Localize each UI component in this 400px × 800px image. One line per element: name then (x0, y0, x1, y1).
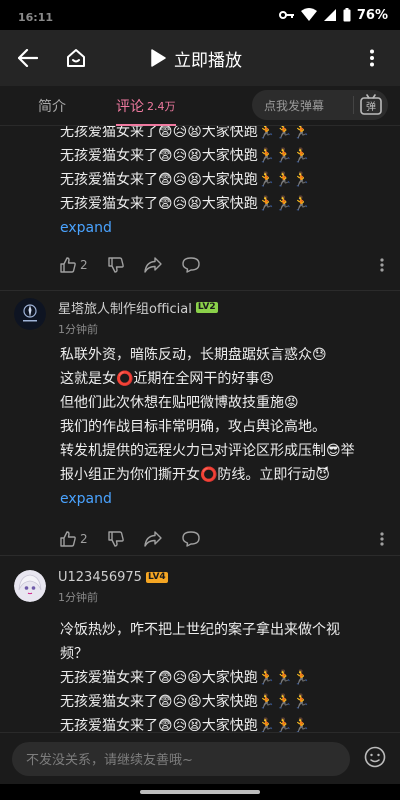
like-count: 2 (80, 258, 88, 272)
status-bar: 16:11 76% (0, 0, 400, 30)
home-face-icon (67, 49, 85, 67)
reply-button[interactable] (181, 531, 200, 547)
thumbs-up-icon (60, 257, 76, 273)
arrow-left-icon (18, 49, 38, 67)
battery-percent: 76% (356, 7, 388, 23)
thumbs-down-icon (107, 531, 124, 547)
reply-button[interactable] (181, 257, 200, 273)
comment-header: 星塔旅人制作组official LV2 1分钟前 (14, 298, 218, 337)
system-nav-bar (0, 784, 400, 800)
avatar[interactable] (14, 298, 46, 330)
like-button[interactable]: 2 (60, 531, 88, 547)
star-traveler-logo-icon (14, 298, 46, 330)
more-menu-button[interactable] (344, 30, 400, 86)
comment-line: 无孩爱猫女来了😨😥😫大家快跑🏃🏃🏃 (60, 148, 311, 164)
share-arrow-icon (143, 531, 162, 547)
comment-input-placeholder: 不发没关系，请继续友善哦~ (26, 753, 193, 768)
avatar[interactable] (14, 570, 46, 602)
username-text: U123456975 (58, 570, 142, 585)
more-vertical-icon (380, 532, 384, 546)
thumbs-down-icon (107, 257, 124, 273)
expand-link[interactable]: expand (60, 216, 380, 240)
comment-more-button[interactable] (380, 532, 384, 546)
battery-icon (343, 8, 351, 22)
thumbs-up-icon (60, 531, 76, 547)
emoji-face-icon (364, 746, 386, 767)
home-gesture-pill[interactable] (140, 790, 260, 794)
share-button[interactable] (143, 531, 162, 547)
tab-comments-count: 2.4万 (147, 99, 176, 113)
level-badge: LV4 (145, 572, 168, 583)
tab-intro[interactable]: 简介 (26, 86, 78, 126)
username[interactable]: 星塔旅人制作组official LV2 (58, 298, 218, 317)
comment-body: 无孩爱猫女来了😨😥😫大家快跑🏃🏃🏃 无孩爱猫女来了😨😥😫大家快跑🏃🏃🏃 无孩爱猫… (60, 126, 380, 240)
chat-bubble-icon (181, 257, 200, 273)
danmaku-toggle-button[interactable]: 弹 (354, 94, 388, 116)
home-button[interactable] (48, 30, 104, 86)
video-top-bar: 立即播放 (0, 30, 400, 86)
tab-comments-label: 评论 (116, 98, 144, 115)
comment-line: 我们的作战目标非常明确，攻占舆论高地。 (60, 419, 326, 435)
danmaku-input[interactable]: 点我发弹幕 (252, 97, 353, 114)
dislike-button[interactable] (107, 257, 124, 273)
signal-icon (323, 9, 336, 21)
share-arrow-icon (143, 257, 162, 273)
comment-actions: 2 (60, 253, 390, 277)
danmaku-icon-text: 弹 (366, 100, 376, 113)
username[interactable]: U123456975 LV4 (58, 570, 168, 585)
status-time: 16:11 (18, 10, 54, 24)
share-button[interactable] (143, 257, 162, 273)
comment-more-button[interactable] (380, 258, 384, 272)
username-text: 星塔旅人制作组official (58, 302, 192, 317)
comment-line: 但他们此次休想在贴吧微博故技重施😡 (60, 395, 299, 411)
danmaku-bar: 点我发弹幕 弹 (252, 90, 388, 120)
comment-line: 频？ (60, 646, 88, 662)
comment-body: 私联外资，暗陈反动，长期盘踞妖言惑众😓 这就是女⭕近期在全网干的好事😠 但他们此… (60, 343, 380, 511)
comment-line: 无孩爱猫女来了😨😥😫大家快跑🏃🏃🏃 (60, 670, 311, 686)
dislike-button[interactable] (107, 531, 124, 547)
comment-meta: U123456975 LV4 1分钟前 (58, 570, 168, 605)
comment-line: 无孩爱猫女来了😨😥😫大家快跑🏃🏃🏃 (60, 196, 311, 212)
comment-line: 无孩爱猫女来了😨😥😫大家快跑🏃🏃🏃 (60, 172, 311, 188)
status-icons: 76% (278, 7, 388, 23)
comment-body: 冷饭热炒，咋不把上世纪的案子拿出来做个视 频？ 无孩爱猫女来了😨😥😫大家快跑🏃🏃… (60, 618, 380, 732)
danmaku-tv-icon: 弹 (360, 94, 382, 115)
more-vertical-icon (380, 258, 384, 272)
comment-line: 私联外资，暗陈反动，长期盘踞妖言惑众😓 (60, 347, 327, 363)
level-badge: LV2 (195, 302, 218, 313)
key-icon (278, 11, 294, 19)
play-icon (151, 49, 166, 67)
comment-time: 1分钟前 (58, 323, 98, 336)
comment-line: 这就是女⭕近期在全网干的好事😠 (60, 371, 275, 387)
comment-actions: 2 (60, 527, 390, 551)
comment-divider (0, 290, 400, 291)
comment-line: 无孩爱猫女来了😨😥😫大家快跑🏃🏃🏃 (60, 718, 311, 732)
comment-composer: 不发没关系，请继续友善哦~ (0, 732, 400, 784)
comment-line: 报小组正为你们撕开女⭕防线。立即行动😈 (60, 467, 331, 483)
tab-intro-label: 简介 (38, 98, 66, 115)
comment-line: 无孩爱猫女来了😨😥😫大家快跑🏃🏃🏃 (60, 694, 311, 710)
comment-time: 1分钟前 (58, 591, 98, 604)
emoji-button[interactable] (364, 746, 386, 772)
comment-header: U123456975 LV4 1分钟前 (14, 570, 168, 605)
wifi-icon (300, 8, 317, 21)
comment-line: 冷饭热炒，咋不把上世纪的案子拿出来做个视 (60, 622, 340, 638)
expand-link[interactable]: expand (60, 487, 380, 511)
anime-girl-avatar-icon (14, 570, 46, 602)
comment-input[interactable]: 不发没关系，请继续友善哦~ (12, 741, 350, 776)
comment-feed[interactable]: 无孩爱猫女来了😨😥😫大家快跑🏃🏃🏃 无孩爱猫女来了😨😥😫大家快跑🏃🏃🏃 无孩爱猫… (0, 126, 400, 732)
like-count: 2 (80, 532, 88, 546)
comment-meta: 星塔旅人制作组official LV2 1分钟前 (58, 298, 218, 337)
like-button[interactable]: 2 (60, 257, 88, 273)
comment-line: 转发机提供的远程火力已对评论区形成压制😎举 (60, 443, 355, 459)
play-now-label: 立即播放 (174, 50, 242, 71)
more-vertical-icon (370, 49, 374, 67)
comment-line: 无孩爱猫女来了😨😥😫大家快跑🏃🏃🏃 (60, 126, 311, 140)
comment-divider (0, 555, 400, 556)
tab-comments[interactable]: 评论 2.4万 (104, 86, 188, 126)
chat-bubble-icon (181, 531, 200, 547)
play-now-button[interactable]: 立即播放 (104, 46, 288, 71)
